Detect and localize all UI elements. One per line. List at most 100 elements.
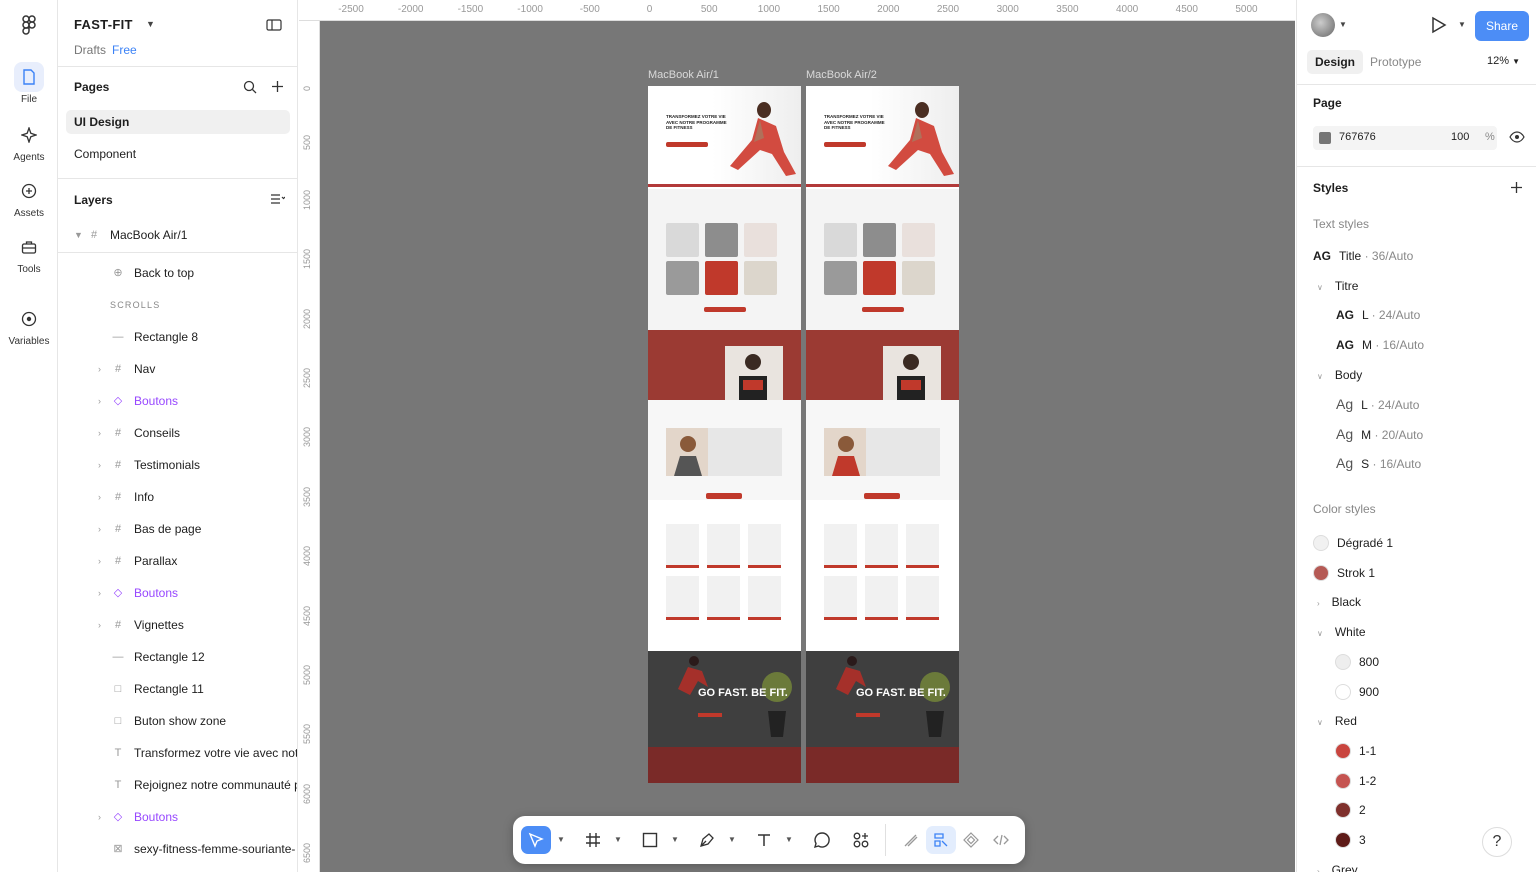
move-tool-chevron-icon[interactable]: ▼: [557, 835, 565, 844]
page-color-hex[interactable]: 767676: [1339, 131, 1376, 143]
avatar[interactable]: [1311, 13, 1335, 37]
page-opacity[interactable]: 100: [1451, 131, 1469, 143]
layer-item[interactable]: ⊕ Back to top: [58, 261, 297, 285]
layer-item[interactable]: T Transformez votre vie avec notr: [58, 741, 297, 765]
layer-item[interactable]: — Rectangle 12: [58, 645, 297, 669]
chevron-right-icon[interactable]: ›: [98, 581, 101, 605]
zoom-level[interactable]: 12% ▼: [1487, 55, 1520, 67]
layer-item[interactable]: □ Rectangle 11: [58, 677, 297, 701]
layer-item[interactable]: › # Vignettes: [58, 613, 297, 637]
layer-options-icon[interactable]: [270, 193, 285, 205]
tab-design[interactable]: Design: [1307, 50, 1364, 74]
shape-tool-button[interactable]: [635, 826, 665, 854]
text-style-body-m[interactable]: Ag M · 20/Auto: [1336, 426, 1423, 442]
present-chevron-icon[interactable]: ▼: [1458, 20, 1466, 29]
draw-mode-button[interactable]: [896, 826, 926, 854]
text-style-titre-m[interactable]: AG M · 16/Auto: [1336, 338, 1424, 352]
frame-label-2[interactable]: MacBook Air/2: [806, 69, 877, 81]
layer-item[interactable]: › ◇ Boutons: [58, 389, 297, 413]
layer-item[interactable]: SCROLLS: [58, 293, 297, 317]
design-canvas[interactable]: -2500 -2000 -1500 -1000 -500 0 500 1000 1500 2000…: [299, 0, 1295, 872]
search-pages-icon[interactable]: [243, 80, 257, 94]
layer-item[interactable]: › ◇ Boutons: [58, 581, 297, 605]
plan-badge[interactable]: Free: [112, 43, 137, 57]
rail-variables[interactable]: Variables: [5, 304, 53, 347]
frame-tool-chevron-icon[interactable]: ▼: [614, 835, 622, 844]
color-swatch: [1313, 535, 1329, 551]
layer-item[interactable]: › # Testimonials: [58, 453, 297, 477]
rail-agents[interactable]: Agents: [5, 120, 53, 163]
add-page-icon[interactable]: [271, 80, 284, 93]
chevron-right-icon[interactable]: ›: [98, 613, 101, 637]
tools-icon: [21, 241, 37, 254]
frame-label-1[interactable]: MacBook Air/1: [648, 69, 719, 81]
page-component[interactable]: Component: [66, 142, 290, 166]
layer-root[interactable]: ▼ # MacBook Air/1: [58, 223, 297, 247]
chevron-right-icon[interactable]: ›: [98, 485, 101, 509]
page-background-field[interactable]: 767676 100 %: [1313, 126, 1497, 150]
visibility-eye-icon[interactable]: [1509, 131, 1525, 143]
avatar-chevron-icon[interactable]: ▼: [1339, 20, 1347, 29]
pen-tool-button[interactable]: [692, 826, 722, 854]
chevron-right-icon[interactable]: ›: [98, 389, 101, 413]
chevron-right-icon[interactable]: ›: [98, 805, 101, 829]
layer-item[interactable]: › # Nav: [58, 357, 297, 381]
color-style-item[interactable]: ∨ White: [1317, 625, 1366, 639]
pen-tool-chevron-icon[interactable]: ▼: [728, 835, 736, 844]
frame-tool-button[interactable]: [578, 826, 608, 854]
layer-name: Buton show zone: [134, 714, 227, 728]
layer-item[interactable]: › # Conseils: [58, 421, 297, 445]
page-ui-design[interactable]: UI Design: [66, 110, 290, 134]
actions-tool-button[interactable]: [846, 826, 876, 854]
horizontal-ruler: -2500 -2000 -1500 -1000 -500 0 500 1000 1500 2000…: [299, 0, 1295, 21]
layer-item[interactable]: — Rectangle 8: [58, 325, 297, 349]
text-style-body-s[interactable]: Ag S · 16/Auto: [1336, 455, 1421, 471]
layer-item[interactable]: › # Bas de page: [58, 517, 297, 541]
chevron-right-icon[interactable]: ›: [98, 517, 101, 541]
chevron-right-icon[interactable]: ›: [98, 453, 101, 477]
present-play-icon[interactable]: [1429, 16, 1447, 34]
figma-logo-icon[interactable]: [19, 14, 39, 36]
chevron-right-icon[interactable]: ›: [98, 549, 101, 573]
layer-item[interactable]: □ Buton show zone: [58, 709, 297, 733]
text-style-group-body[interactable]: ∨ Body: [1317, 368, 1362, 382]
chevron-right-icon[interactable]: ›: [98, 421, 101, 445]
text-style-title[interactable]: AG Title · 36/Auto: [1313, 249, 1413, 263]
color-style-item[interactable]: › Black: [1317, 595, 1361, 609]
components-mode-button[interactable]: [956, 826, 986, 854]
layer-item[interactable]: T Rejoignez notre communauté pa: [58, 773, 297, 797]
layer-item[interactable]: › # Info: [58, 485, 297, 509]
text-style-group-titre[interactable]: ∨ Titre: [1317, 279, 1358, 293]
frame-macbook-air-1[interactable]: TRANSFORMEZ VOTRE VIE AVEC NOTRE PROGRAM…: [648, 86, 801, 783]
move-tool-button[interactable]: [521, 826, 551, 854]
text-tool-chevron-icon[interactable]: ▼: [785, 835, 793, 844]
rail-assets[interactable]: Assets: [5, 176, 53, 219]
rail-tools[interactable]: Tools: [5, 232, 53, 275]
chevron-right-icon[interactable]: ›: [98, 357, 101, 381]
tab-prototype[interactable]: Prototype: [1362, 50, 1429, 74]
layer-item[interactable]: › ◇ Boutons: [58, 805, 297, 829]
mock-plant-image: [762, 672, 792, 737]
layer-item[interactable]: › # Parallax: [58, 549, 297, 573]
layer-item[interactable]: ⊠ sexy-fitness-femme-souriante-: [58, 837, 297, 861]
shape-tool-chevron-icon[interactable]: ▼: [671, 835, 679, 844]
file-icon: [23, 69, 35, 85]
add-style-icon[interactable]: [1510, 181, 1523, 194]
rail-file[interactable]: File: [5, 62, 53, 105]
help-button[interactable]: ?: [1482, 827, 1512, 857]
share-button[interactable]: Share: [1475, 11, 1529, 41]
sidebar-toggle-icon[interactable]: [266, 18, 282, 32]
frame-macbook-air-2[interactable]: TRANSFORMEZ VOTRE VIE AVEC NOTRE PROGRAM…: [806, 86, 959, 783]
dev-mode-button[interactable]: [986, 826, 1016, 854]
color-style-item[interactable]: › Grey: [1317, 863, 1358, 872]
page-color-swatch[interactable]: [1319, 132, 1331, 144]
text-style-titre-l[interactable]: AG L · 24/Auto: [1336, 308, 1420, 322]
color-style-item[interactable]: ∨ Red: [1317, 714, 1357, 728]
text-tool-button[interactable]: [749, 826, 779, 854]
project-menu-chevron-icon[interactable]: ▼: [146, 19, 155, 29]
project-location[interactable]: Drafts: [74, 43, 106, 57]
comment-tool-button[interactable]: [807, 826, 837, 854]
project-name[interactable]: FAST-FIT: [74, 17, 133, 32]
text-style-body-l[interactable]: Ag L · 24/Auto: [1336, 396, 1419, 412]
design-mode-button[interactable]: [926, 826, 956, 854]
